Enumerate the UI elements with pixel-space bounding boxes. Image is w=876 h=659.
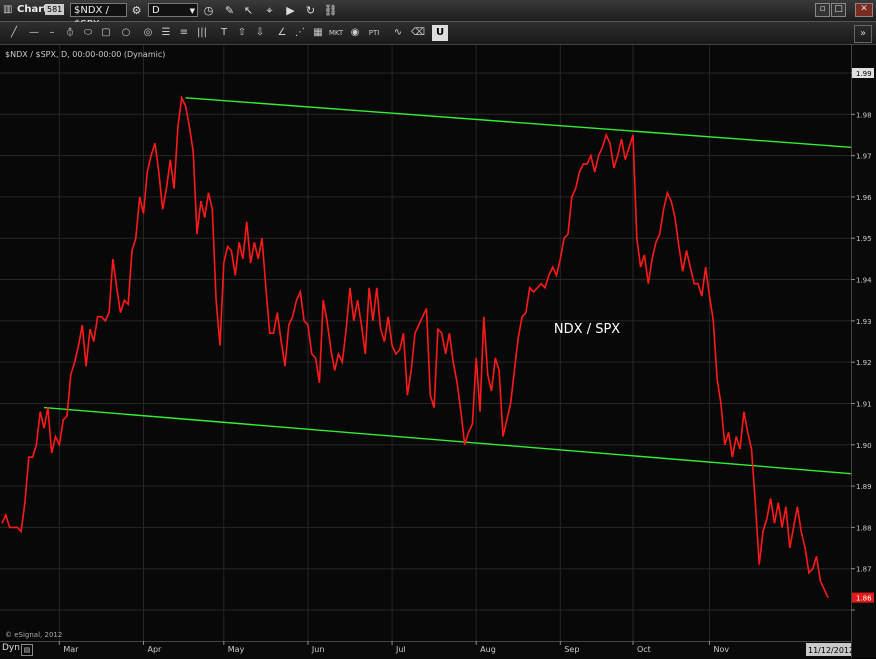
y-tick-label: 1.89 (856, 483, 872, 491)
chart-header: $NDX / $SPX, D, 00:00-00:00 (Dynamic) (5, 50, 166, 59)
x-tick-labels: Mar Apr May Jun Jul Aug Sep Oct Nov (58, 641, 729, 654)
top-value-label: 1.99 (856, 70, 872, 78)
scroll-icon[interactable]: ▤ (21, 644, 33, 656)
y-tick-label: 1.95 (856, 235, 872, 243)
last-value-label: 1.86 (856, 595, 872, 603)
trendlines (44, 97, 852, 475)
series-line-ndx-spx (1, 95, 829, 598)
y-tick-label: 1.92 (856, 359, 872, 367)
x-tick-label: Jun (311, 645, 325, 654)
y-tick-label: 1.93 (856, 318, 872, 326)
y-tick-label: 1.98 (856, 111, 872, 119)
y-tick-label: 1.94 (856, 277, 872, 285)
chart-svg: 1.87 1.88 1.89 1.90 1.91 1.92 1.93 1.94 1.95 1.96… (0, 45, 874, 656)
x-tick-label: Jul (395, 645, 406, 654)
y-tick-label: 1.91 (856, 400, 872, 408)
x-tick-label: Mar (63, 645, 79, 654)
y-tick-label: 1.90 (856, 442, 872, 450)
x-tick-label: Nov (713, 645, 729, 654)
copyright: © eSignal, 2012 (5, 631, 63, 639)
current-date-label: 11/12/2012 (808, 646, 854, 655)
y-tick-label: 1.97 (856, 153, 872, 161)
trendline-upper-channel[interactable] (185, 97, 852, 149)
y-tick-label: 1.96 (856, 194, 872, 202)
x-tick-label: Sep (564, 645, 579, 654)
x-tick-label: Aug (480, 645, 496, 654)
y-tick-label: 1.87 (856, 566, 872, 574)
x-tick-label: May (228, 645, 245, 654)
x-tick-label: Oct (637, 645, 651, 654)
x-tick-label: Apr (147, 645, 162, 654)
dyn-label[interactable]: Dyn (2, 643, 20, 653)
chart-annotation: NDX / SPX (554, 322, 620, 337)
grid-lines (0, 45, 851, 641)
y-tick-labels: 1.87 1.88 1.89 1.90 1.91 1.92 1.93 1.94 1.95 1.96… (851, 72, 872, 611)
y-tick-label: 1.88 (856, 524, 872, 532)
